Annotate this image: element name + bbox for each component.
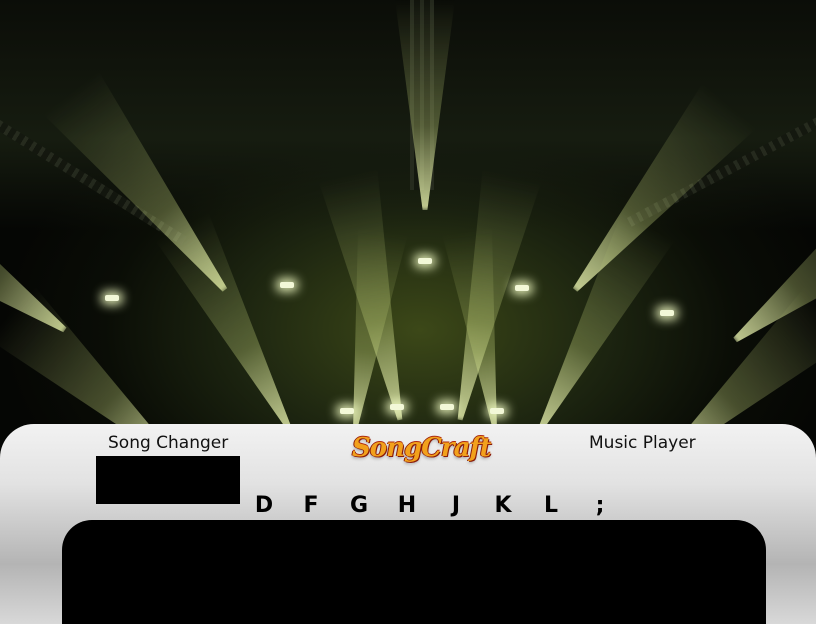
- stage-light-fixture: [418, 258, 432, 264]
- stage-light-fixture: [340, 408, 354, 414]
- stage-light-fixture: [490, 408, 504, 414]
- key-f[interactable]: F: [299, 488, 323, 524]
- stage-light-fixture: [105, 295, 119, 301]
- stage-light-fixture: [660, 310, 674, 316]
- music-player-label: Music Player: [589, 433, 696, 453]
- key-l[interactable]: L: [539, 488, 563, 524]
- light-beam: [514, 213, 675, 444]
- key-d[interactable]: D: [252, 488, 276, 524]
- songcraft-logo: SongCraft: [352, 433, 492, 463]
- stage-light-fixture: [515, 285, 529, 291]
- light-beam: [156, 213, 317, 444]
- song-changer-box[interactable]: [96, 456, 240, 504]
- key-semicolon[interactable]: ;: [588, 488, 612, 524]
- stage-light-fixture: [390, 404, 404, 410]
- stage-light-fixture: [280, 282, 294, 288]
- key-j[interactable]: J: [444, 488, 468, 524]
- key-k[interactable]: K: [491, 488, 515, 524]
- stage-light-fixture: [440, 404, 454, 410]
- key-g[interactable]: G: [347, 488, 371, 524]
- song-changer-label: Song Changer: [108, 433, 229, 453]
- note-track-screen: [62, 520, 766, 624]
- key-h[interactable]: H: [395, 488, 419, 524]
